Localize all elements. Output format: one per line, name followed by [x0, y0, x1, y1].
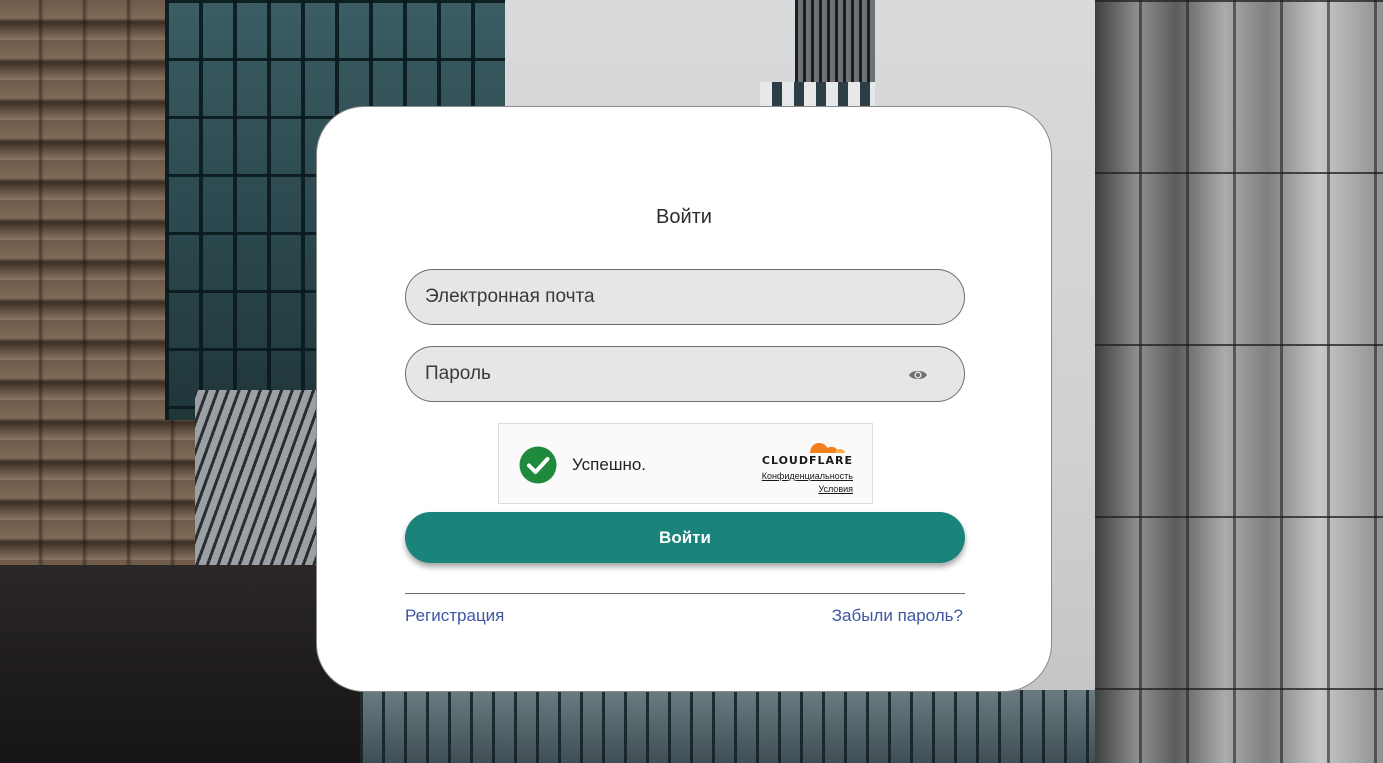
cloudflare-brand: CLOUDFLARE: [761, 454, 853, 467]
password-field[interactable]: Пароль: [405, 346, 965, 402]
background-bottom-towers: [360, 690, 1100, 763]
eye-icon[interactable]: [908, 367, 928, 383]
background-right-tower: [1095, 0, 1383, 763]
login-button[interactable]: Войти: [405, 512, 965, 563]
captcha-status: Успешно.: [572, 455, 647, 474]
background-balcony: [195, 390, 320, 580]
captcha-privacy-link[interactable]: Конфиденциальность: [762, 471, 853, 481]
divider: [405, 593, 965, 594]
page-title: Войти: [656, 206, 712, 228]
cloudflare-captcha[interactable]: Успешно. CLOUDFLARE Конфиденциальность У…: [498, 423, 873, 504]
checkmark-circle-icon: [519, 446, 557, 484]
login-card: Войти Электронная почта Пароль Успешно. …: [316, 106, 1052, 692]
forgot-password-link[interactable]: Забыли пароль?: [832, 606, 963, 626]
captcha-terms-link[interactable]: Условия: [818, 484, 853, 494]
email-placeholder: Электронная почта: [425, 286, 595, 307]
register-link[interactable]: Регистрация: [405, 606, 504, 626]
password-placeholder: Пароль: [425, 363, 491, 384]
email-field[interactable]: Электронная почта: [405, 269, 965, 325]
